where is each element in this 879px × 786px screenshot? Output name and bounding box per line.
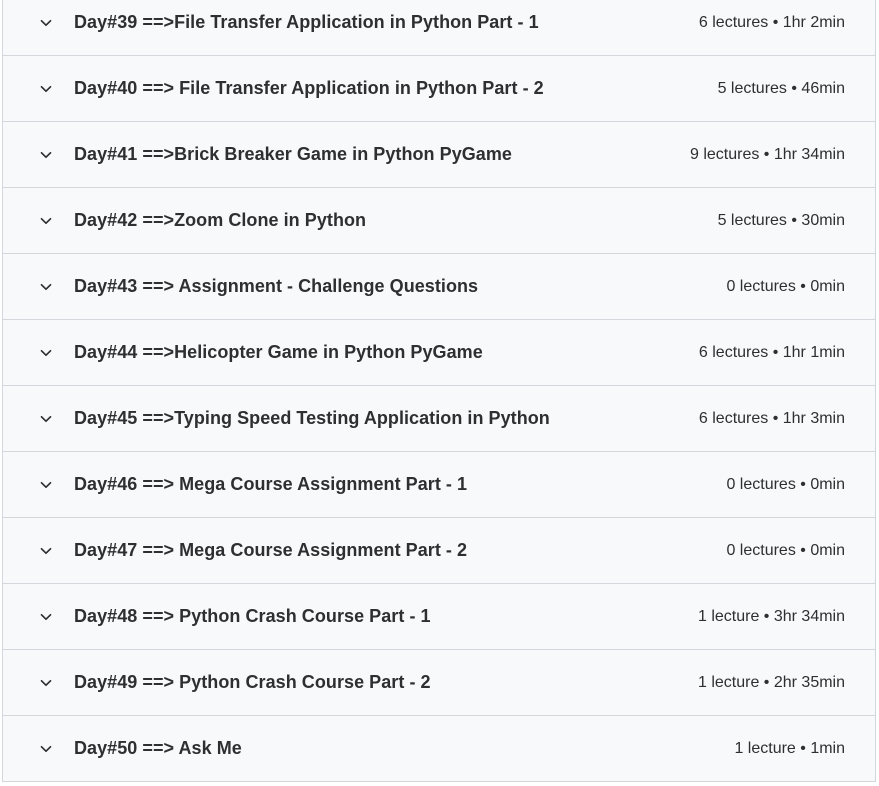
section-lecture-count-duration: 1 lecture • 3hr 34min: [697, 607, 845, 625]
chevron-down-icon[interactable]: [39, 280, 53, 294]
section-title[interactable]: Day#50 ==> Ask Me: [74, 738, 242, 759]
chevron-down-icon[interactable]: [39, 544, 53, 558]
section-lecture-count-duration: 6 lectures • 1hr 1min: [698, 343, 845, 361]
curriculum-section-11[interactable]: Day#49 ==> Python Crash Course Part - 2 …: [3, 649, 875, 715]
curriculum-section-5[interactable]: Day#43 ==> Assignment - Challenge Questi…: [3, 253, 875, 319]
curriculum-section-1[interactable]: Day#39 ==>File Transfer Application in P…: [3, 0, 875, 55]
curriculum-section-7[interactable]: Day#45 ==>Typing Speed Testing Applicati…: [3, 385, 875, 451]
curriculum-section-9[interactable]: Day#47 ==> Mega Course Assignment Part -…: [3, 517, 875, 583]
section-title[interactable]: Day#42 ==>Zoom Clone in Python: [74, 210, 366, 231]
chevron-down-icon[interactable]: [39, 610, 53, 624]
curriculum-section-3[interactable]: Day#41 ==>Brick Breaker Game in Python P…: [3, 121, 875, 187]
section-lecture-count-duration: 6 lectures • 1hr 2min: [698, 13, 845, 31]
section-lecture-count-duration: 9 lectures • 1hr 34min: [689, 145, 845, 163]
chevron-down-icon[interactable]: [39, 742, 53, 756]
chevron-down-icon[interactable]: [39, 148, 53, 162]
section-lecture-count-duration: 1 lecture • 1min: [734, 739, 845, 757]
curriculum-section-4[interactable]: Day#42 ==>Zoom Clone in Python 5 lecture…: [3, 187, 875, 253]
section-title[interactable]: Day#48 ==> Python Crash Course Part - 1: [74, 606, 431, 627]
section-title[interactable]: Day#43 ==> Assignment - Challenge Questi…: [74, 276, 478, 297]
chevron-down-icon[interactable]: [39, 412, 53, 426]
section-lecture-count-duration: 6 lectures • 1hr 3min: [698, 409, 845, 427]
course-curriculum-list: Day#39 ==>File Transfer Application in P…: [2, 0, 876, 782]
curriculum-section-2[interactable]: Day#40 ==> File Transfer Application in …: [3, 55, 875, 121]
section-title[interactable]: Day#39 ==>File Transfer Application in P…: [74, 12, 539, 33]
section-lecture-count-duration: 0 lectures • 0min: [726, 277, 845, 295]
chevron-down-icon[interactable]: [39, 82, 53, 96]
section-title[interactable]: Day#41 ==>Brick Breaker Game in Python P…: [74, 144, 512, 165]
section-lecture-count-duration: 5 lectures • 30min: [717, 211, 845, 229]
chevron-down-icon[interactable]: [39, 346, 53, 360]
chevron-down-icon[interactable]: [39, 16, 53, 30]
section-title[interactable]: Day#46 ==> Mega Course Assignment Part -…: [74, 474, 467, 495]
curriculum-section-6[interactable]: Day#44 ==>Helicopter Game in Python PyGa…: [3, 319, 875, 385]
chevron-down-icon[interactable]: [39, 676, 53, 690]
section-title[interactable]: Day#45 ==>Typing Speed Testing Applicati…: [74, 408, 550, 429]
section-lecture-count-duration: 0 lectures • 0min: [726, 541, 845, 559]
section-lecture-count-duration: 5 lectures • 46min: [717, 79, 845, 97]
section-title[interactable]: Day#40 ==> File Transfer Application in …: [74, 78, 544, 99]
section-title[interactable]: Day#47 ==> Mega Course Assignment Part -…: [74, 540, 467, 561]
chevron-down-icon[interactable]: [39, 478, 53, 492]
curriculum-section-12[interactable]: Day#50 ==> Ask Me 1 lecture • 1min: [3, 715, 875, 781]
section-title[interactable]: Day#49 ==> Python Crash Course Part - 2: [74, 672, 431, 693]
section-lecture-count-duration: 0 lectures • 0min: [726, 475, 845, 493]
chevron-down-icon[interactable]: [39, 214, 53, 228]
section-title[interactable]: Day#44 ==>Helicopter Game in Python PyGa…: [74, 342, 483, 363]
curriculum-section-10[interactable]: Day#48 ==> Python Crash Course Part - 1 …: [3, 583, 875, 649]
curriculum-section-8[interactable]: Day#46 ==> Mega Course Assignment Part -…: [3, 451, 875, 517]
section-lecture-count-duration: 1 lecture • 2hr 35min: [697, 673, 845, 691]
